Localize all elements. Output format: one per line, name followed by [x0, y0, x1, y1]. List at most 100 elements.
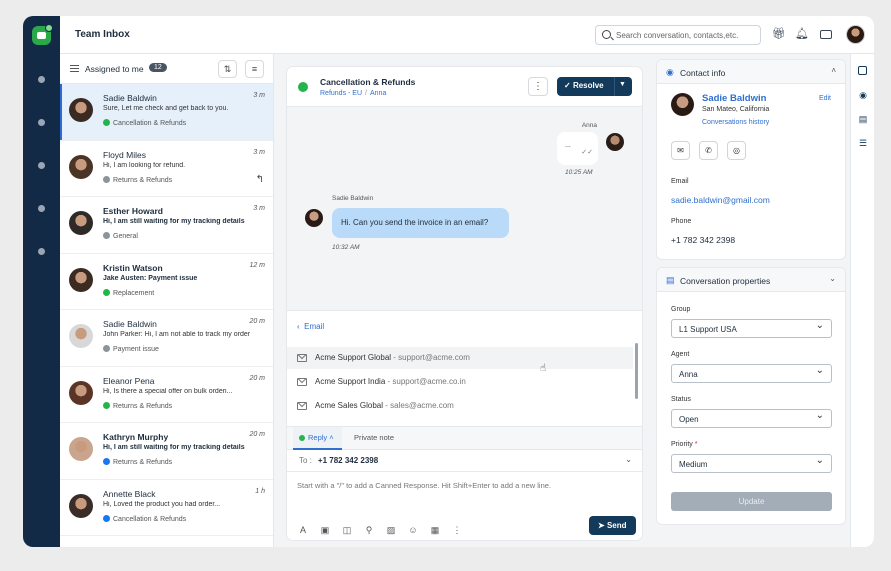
image-icon[interactable]: ▨: [385, 524, 397, 536]
conversation-list-item[interactable]: Esther Howard 3 m Hi, I am still waiting f…: [60, 197, 273, 254]
contact-name[interactable]: Sadie Baldwin: [702, 93, 766, 104]
update-button[interactable]: Update: [671, 492, 832, 511]
contact-name: Kathryn Murphy: [103, 432, 169, 442]
whatsapp-button-icon[interactable]: ◎: [727, 141, 746, 160]
email-option[interactable]: Acme Support India - support@acme.co.in: [287, 371, 633, 393]
conversation-list-item[interactable]: Kathryn Murphy 20 m Hi, I am still waiting…: [60, 423, 273, 480]
to-field[interactable]: To : +1 782 342 2398: [299, 456, 378, 465]
conversation-list-item[interactable]: Sadie Baldwin 3 m Sure, Let me check and g…: [60, 84, 273, 141]
breadcrumb-group-link[interactable]: Refunds - EU: [320, 90, 362, 97]
email-back-button[interactable]: ‹ Email: [297, 322, 324, 331]
gift-icon[interactable]: 🎁︎: [772, 28, 786, 41]
breadcrumb-agent-link[interactable]: Anna: [370, 90, 386, 97]
top-bar: Team Inbox 🎁︎ 🔔︎: [60, 16, 874, 54]
user-avatar[interactable]: [846, 25, 865, 44]
menu-icon[interactable]: [70, 65, 79, 72]
contact-name: Eleanor Pena: [103, 375, 155, 386]
chat-properties-icon[interactable]: ▤: [858, 114, 868, 124]
nav-dot-icon[interactable]: [38, 162, 45, 169]
conversation-list-item[interactable]: Sadie Baldwin 20 m John Parker: Hi, I am n…: [60, 310, 273, 367]
tab-private-note[interactable]: Private note: [354, 433, 394, 442]
chat-properties-icon: ▤: [666, 275, 675, 285]
avatar: [69, 211, 93, 235]
to-value: +1 782 342 2398: [317, 456, 379, 465]
chevron-down-icon[interactable]: ⌄: [625, 455, 632, 464]
knowledge-base-icon[interactable]: ◫: [341, 524, 353, 536]
sort-button[interactable]: ⇅: [218, 60, 237, 78]
filter-settings-button[interactable]: ≡: [245, 60, 264, 78]
conversation-list-item[interactable]: Eleanor Pena 20 m Hi, Is there a special o…: [60, 367, 273, 423]
topic-tag: Cancellation & Refunds: [103, 119, 186, 127]
resolve-button[interactable]: ✓ Resolve ▼: [557, 77, 632, 96]
message-preview: Hi, I am looking for refund.: [103, 161, 186, 169]
contact-panel-icon[interactable]: ◉: [858, 90, 868, 100]
nav-dot-icon[interactable]: [38, 76, 45, 83]
topic-tag: Returns & Refunds: [103, 458, 172, 466]
phone-icon[interactable]: ✆: [699, 141, 718, 160]
bell-icon[interactable]: 🔔︎: [795, 28, 809, 41]
status-select[interactable]: Open: [671, 409, 832, 428]
canned-response-icon[interactable]: ▣: [319, 524, 331, 536]
facebook-icon: [103, 514, 110, 522]
chevron-up-icon[interactable]: ˄: [831, 66, 836, 75]
message-preview: Hi, Loved the product you had order...: [103, 500, 221, 508]
avatar: [69, 267, 93, 292]
topic-tag: Cancellation & Refunds: [103, 514, 186, 523]
whatsapp-icon: [298, 82, 308, 92]
timestamp: 20 m: [249, 318, 265, 325]
monitor-status-icon[interactable]: [820, 30, 832, 39]
topic-tag: General: [103, 232, 138, 240]
contact-email[interactable]: sadie.baldwin@gmail.com: [671, 195, 770, 205]
composer-toolbar: A ▣ ◫ ⚲ ▨ ☺ ▦ ⋮: [297, 520, 473, 538]
timestamp: 3 m: [253, 148, 265, 156]
facebook-icon: [103, 458, 110, 465]
avatar: [69, 437, 93, 461]
nav-dot-icon[interactable]: [38, 119, 45, 126]
settings-sliders-icon[interactable]: ☰: [858, 138, 868, 148]
text-format-icon[interactable]: A: [297, 524, 309, 536]
resolve-label[interactable]: ✓ Resolve: [564, 81, 604, 90]
app-logo-icon[interactable]: [32, 24, 53, 45]
calendar-icon[interactable]: ▦: [429, 524, 441, 536]
tab-reply[interactable]: Reply ˄: [293, 427, 342, 450]
chevron-down-icon[interactable]: ▼: [619, 81, 626, 88]
edit-link[interactable]: Edit: [819, 95, 831, 102]
nav-dot-icon[interactable]: [38, 205, 45, 212]
email-label: Email: [671, 178, 689, 185]
more-options-button[interactable]: ⋮: [528, 77, 548, 96]
scrollbar[interactable]: [635, 343, 638, 399]
chevron-down-icon[interactable]: ⌄: [829, 274, 836, 283]
more-icon[interactable]: ⋮: [451, 524, 463, 536]
email-icon[interactable]: ✉: [671, 141, 690, 160]
emoji-icon[interactable]: ☺: [407, 524, 419, 536]
whatsapp-icon: [103, 401, 110, 409]
properties-header[interactable]: ▤ Conversation properties ⌄: [657, 268, 845, 292]
agent-name: Anna: [581, 122, 597, 129]
search-box[interactable]: [595, 25, 761, 45]
agent-avatar: [606, 133, 624, 151]
contact-info-header[interactable]: ◉ Contact info ˄: [657, 60, 845, 84]
email-option-name: Acme Sales Global: [315, 401, 384, 410]
assigned-filter[interactable]: Assigned to me: [85, 64, 144, 74]
conversation-history-link[interactable]: Conversations history: [702, 119, 769, 126]
conversation-list-item[interactable]: Annette Black 1 h Hi, Loved the product yo…: [60, 480, 273, 536]
email-option[interactable]: Acme Support Global - support@acme.com: [287, 347, 633, 369]
message-preview: Hi, I am still waiting for my tracking d…: [103, 444, 245, 451]
panel-toggle-icon[interactable]: [858, 66, 867, 75]
topic-tag: Payment issue: [103, 345, 159, 353]
group-select[interactable]: L1 Support USA: [671, 319, 832, 338]
message-input[interactable]: [297, 481, 632, 501]
send-button[interactable]: ➤ Send: [589, 516, 636, 535]
divider: [614, 77, 615, 96]
priority-select[interactable]: Medium: [671, 454, 832, 473]
status-label: Status: [671, 396, 691, 403]
attachment-icon[interactable]: ⚲: [363, 524, 375, 536]
agent-select[interactable]: Anna: [671, 364, 832, 383]
email-option[interactable]: Acme Sales Global - sales@acme.com: [287, 395, 633, 417]
contact-icon: ◉: [666, 67, 674, 77]
conversation-list-item[interactable]: Kristin Watson 12 m Jake Austen: Payment i…: [60, 254, 273, 310]
conversation-list-item[interactable]: Floyd Miles 3 m Hi, I am looking for refun…: [60, 141, 273, 197]
search-input[interactable]: [616, 29, 758, 42]
customer-name: Sadie Baldwin: [332, 195, 374, 202]
nav-dot-icon[interactable]: [38, 248, 45, 255]
